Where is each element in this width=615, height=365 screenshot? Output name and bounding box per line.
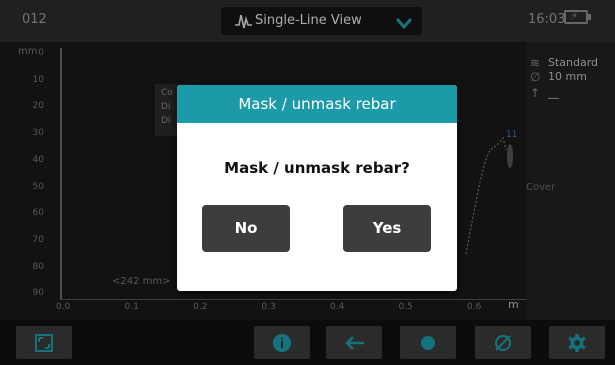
dialog-message: Mask / unmask rebar? bbox=[224, 159, 410, 177]
mask-rebar-dialog: Mask / unmask rebar Mask / unmask rebar?… bbox=[177, 85, 457, 291]
no-button[interactable]: No bbox=[202, 205, 290, 252]
dialog-header: Mask / unmask rebar bbox=[177, 85, 457, 123]
yes-button[interactable]: Yes bbox=[343, 205, 431, 252]
dialog-title: Mask / unmask rebar bbox=[238, 95, 396, 113]
